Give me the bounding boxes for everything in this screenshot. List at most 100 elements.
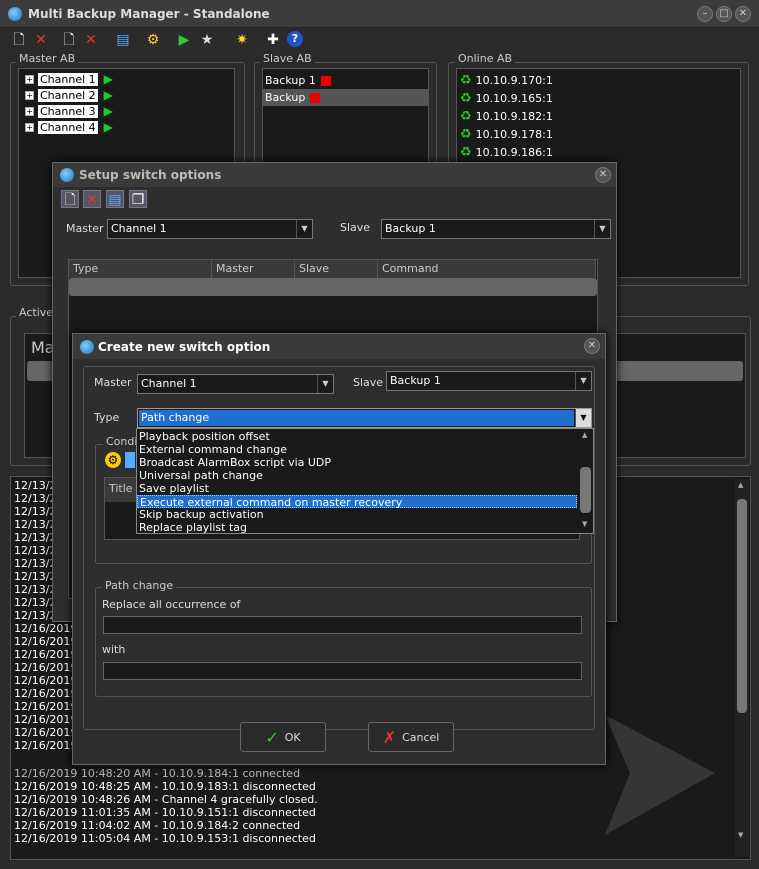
create-type-combo[interactable]: Path change ▼: [137, 408, 592, 428]
log-line: 12/16/2019 10:48:26 AM - Channel 4 grace…: [14, 793, 318, 806]
minimize-button[interactable]: –: [697, 6, 713, 22]
dropdown-item[interactable]: Playback position offset: [137, 430, 577, 443]
recycle-icon: ♻: [460, 90, 472, 106]
chevron-down-icon[interactable]: ▼: [575, 372, 591, 390]
app-title: Multi Backup Manager - Standalone: [28, 7, 270, 21]
chevron-down-icon[interactable]: ▼: [575, 409, 591, 427]
online-row[interactable]: ♻ 10.10.9.186:1: [460, 143, 553, 161]
col-type[interactable]: Type: [69, 260, 212, 278]
check-icon: ✓: [265, 727, 279, 747]
expand-icon[interactable]: +: [25, 90, 34, 100]
channel-row[interactable]: + Channel 4 ▶: [25, 119, 125, 135]
log-scrollbar[interactable]: ▲ ▼: [735, 479, 749, 857]
create-dialog-title: Create new switch option: [98, 340, 271, 354]
dropdown-item[interactable]: Broadcast AlarmBox script via UDP: [137, 456, 577, 469]
scroll-up-icon[interactable]: ▲: [582, 431, 587, 439]
log-line: 12/16/2019 11:01:35 AM - 10.10.9.151:1 d…: [14, 806, 316, 819]
col-master[interactable]: Master: [212, 260, 295, 278]
ok-button[interactable]: ✓ OK: [240, 722, 326, 752]
star-icon[interactable]: ★: [198, 31, 216, 49]
setup-slave-label: Slave: [340, 221, 371, 234]
dropdown-items: Playback position offset External comman…: [137, 430, 577, 534]
setup-dialog-titlebar: Setup switch options ✕: [53, 163, 616, 187]
cancel-button[interactable]: ✗ Cancel: [368, 722, 454, 752]
expand-icon[interactable]: +: [25, 106, 34, 116]
dropdown-item-selected[interactable]: Execute external command on master recov…: [137, 495, 577, 509]
chevron-down-icon[interactable]: ▼: [296, 220, 312, 238]
type-dropdown-list[interactable]: Playback position offset External comman…: [136, 428, 594, 534]
chevron-down-icon[interactable]: ▼: [594, 220, 610, 238]
channel-row[interactable]: + Channel 3 ▶: [25, 103, 125, 119]
replace-label: Replace all occurrence of: [102, 598, 241, 611]
log-line: 12/16/2019: [14, 622, 78, 635]
dropdown-item[interactable]: Universal path change: [137, 469, 577, 482]
delete-option-icon[interactable]: ✕: [83, 190, 101, 208]
setup-slave-combo[interactable]: Backup 1 ▼: [381, 219, 611, 239]
log-line: 12/16/2019: [14, 674, 78, 687]
condition-edit-icon[interactable]: [125, 452, 135, 468]
log-scroll-thumb[interactable]: [737, 499, 747, 713]
scroll-up-icon[interactable]: ▲: [738, 481, 743, 489]
add-icon[interactable]: ✚: [264, 31, 282, 49]
log-line: 12/16/2019: [14, 661, 78, 674]
condition-settings-icon[interactable]: ⚙: [105, 452, 121, 468]
create-dialog-titlebar: Create new switch option ✕: [73, 334, 605, 359]
dropdown-item[interactable]: Skip backup activation: [137, 508, 577, 521]
dropdown-scroll-thumb[interactable]: [580, 467, 591, 513]
dropdown-item[interactable]: Save playlist: [137, 482, 577, 495]
ok-label: OK: [284, 730, 301, 744]
watermark-logo: [605, 715, 715, 835]
channel-label: Channel 4: [38, 120, 98, 134]
online-row[interactable]: ♻ 10.10.9.165:1: [460, 89, 553, 107]
scroll-down-icon[interactable]: ▼: [738, 831, 743, 839]
channel-row[interactable]: + Channel 1 ▶: [25, 71, 125, 87]
online-address: 10.10.9.165:1: [475, 91, 553, 105]
online-row[interactable]: ♻ 10.10.9.182:1: [460, 107, 553, 125]
expand-icon[interactable]: +: [25, 74, 34, 84]
close-button[interactable]: ✕: [735, 6, 751, 22]
setup-master-combo[interactable]: Channel 1 ▼: [107, 219, 313, 239]
col-command[interactable]: Command: [378, 260, 596, 278]
copy-option-icon[interactable]: ❐: [129, 190, 147, 208]
recycle-icon: ♻: [460, 108, 472, 124]
new-master-icon[interactable]: 🗋: [10, 31, 28, 49]
create-close-button[interactable]: ✕: [584, 338, 600, 354]
delete-master-icon[interactable]: ✕: [32, 31, 50, 49]
master-group-label: Master AB: [16, 52, 79, 65]
log-line: 12/16/2019: [14, 700, 78, 713]
new-option-icon[interactable]: 🗋: [61, 190, 79, 208]
play-icon[interactable]: ▶: [175, 31, 193, 49]
setup-slave-value: Backup 1: [385, 222, 436, 235]
scroll-down-icon[interactable]: ▼: [582, 520, 587, 528]
list-icon[interactable]: ▤: [114, 31, 132, 49]
online-group-label: Online AB: [455, 52, 516, 65]
table-row[interactable]: [69, 278, 597, 296]
setup-close-button[interactable]: ✕: [595, 167, 611, 183]
expand-icon[interactable]: +: [25, 122, 34, 132]
slave-row[interactable]: Backup: [263, 89, 428, 106]
with-input[interactable]: [103, 662, 582, 680]
recycle-icon: ♻: [460, 72, 472, 88]
dropdown-item[interactable]: External command change: [137, 443, 577, 456]
network-icon[interactable]: ✷: [233, 31, 251, 49]
delete-slave-icon[interactable]: ✕: [82, 31, 100, 49]
online-row[interactable]: ♻ 10.10.9.170:1: [460, 71, 553, 89]
create-slave-combo[interactable]: Backup 1 ▼: [386, 371, 592, 391]
channel-row[interactable]: + Channel 2 ▶: [25, 87, 125, 103]
slave-row[interactable]: Backup 1: [265, 72, 427, 89]
settings-icon[interactable]: ⚙: [144, 31, 162, 49]
create-master-combo[interactable]: Channel 1 ▼: [137, 374, 334, 394]
new-slave-icon[interactable]: 🗋: [60, 31, 78, 49]
path-change-label: Path change: [102, 579, 177, 592]
list-option-icon[interactable]: ▤: [106, 190, 124, 208]
dropdown-scrollbar[interactable]: ▲ ▼: [578, 429, 593, 533]
help-icon[interactable]: ?: [287, 31, 303, 47]
maximize-button[interactable]: □: [716, 6, 732, 22]
col-slave[interactable]: Slave: [295, 260, 378, 278]
title-bar: Multi Backup Manager - Standalone – □ ✕: [0, 0, 759, 28]
chevron-down-icon[interactable]: ▼: [317, 375, 333, 393]
recycle-icon: ♻: [460, 144, 472, 160]
dropdown-item[interactable]: Replace playlist tag: [137, 521, 577, 534]
online-row[interactable]: ♻ 10.10.9.178:1: [460, 125, 553, 143]
replace-input[interactable]: [103, 616, 582, 634]
